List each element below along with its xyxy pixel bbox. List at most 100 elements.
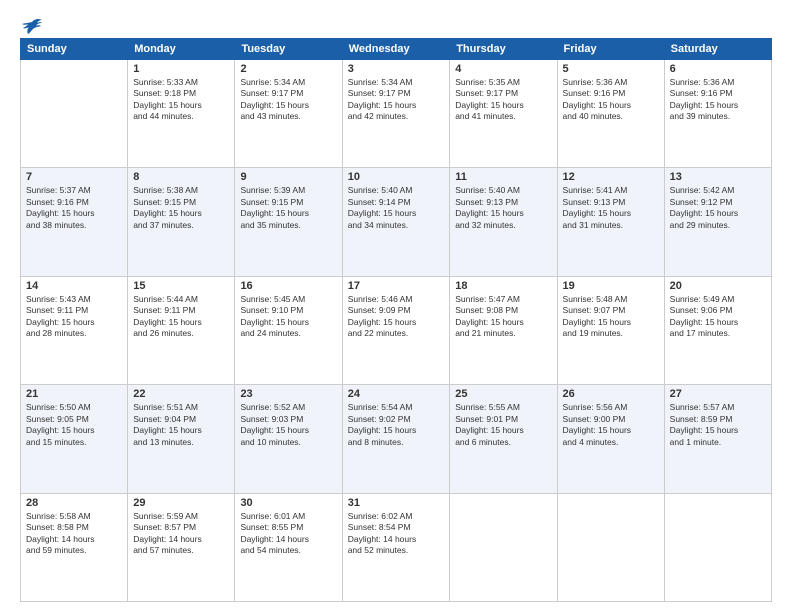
calendar-cell: 24 Sunrise: 5:54 AMSunset: 9:02 PMDayligh…	[342, 385, 450, 493]
calendar-cell: 15 Sunrise: 5:44 AMSunset: 9:11 PMDayligh…	[128, 276, 235, 384]
day-number: 8	[133, 171, 229, 183]
day-info: Sunrise: 5:54 AMSunset: 9:02 PMDaylight:…	[348, 402, 445, 448]
calendar-table: SundayMondayTuesdayWednesdayThursdayFrid…	[20, 38, 772, 602]
weekday-header-friday: Friday	[557, 39, 664, 60]
day-info: Sunrise: 5:46 AMSunset: 9:09 PMDaylight:…	[348, 294, 445, 340]
logo	[20, 18, 42, 30]
calendar-cell	[664, 493, 771, 601]
day-info: Sunrise: 5:51 AMSunset: 9:04 PMDaylight:…	[133, 402, 229, 448]
day-number: 4	[455, 63, 551, 75]
day-info: Sunrise: 5:39 AMSunset: 9:15 PMDaylight:…	[240, 185, 336, 231]
day-info: Sunrise: 5:37 AMSunset: 9:16 PMDaylight:…	[26, 185, 122, 231]
day-number: 18	[455, 280, 551, 292]
weekday-header-wednesday: Wednesday	[342, 39, 450, 60]
day-info: Sunrise: 5:56 AMSunset: 9:00 PMDaylight:…	[563, 402, 659, 448]
day-number: 30	[240, 497, 336, 509]
calendar-cell: 6 Sunrise: 5:36 AMSunset: 9:16 PMDaylight…	[664, 60, 771, 168]
logo-bird-icon	[22, 18, 42, 34]
day-info: Sunrise: 5:47 AMSunset: 9:08 PMDaylight:…	[455, 294, 551, 340]
day-number: 16	[240, 280, 336, 292]
day-number: 11	[455, 171, 551, 183]
calendar-cell: 30Sunrise: 6:01 AMSunset: 8:55 PMDayligh…	[235, 493, 342, 601]
calendar-cell: 4 Sunrise: 5:35 AMSunset: 9:17 PMDaylight…	[450, 60, 557, 168]
day-info: Sunrise: 5:55 AMSunset: 9:01 PMDaylight:…	[455, 402, 551, 448]
calendar-cell: 23Sunrise: 5:52 AMSunset: 9:03 PMDayligh…	[235, 385, 342, 493]
day-info: Sunrise: 5:36 AMSunset: 9:16 PMDaylight:…	[563, 77, 659, 123]
day-number: 24	[348, 388, 445, 400]
calendar-cell: 26 Sunrise: 5:56 AMSunset: 9:00 PMDayligh…	[557, 385, 664, 493]
day-number: 5	[563, 63, 659, 75]
calendar-cell: 17 Sunrise: 5:46 AMSunset: 9:09 PMDayligh…	[342, 276, 450, 384]
weekday-header-monday: Monday	[128, 39, 235, 60]
day-number: 26	[563, 388, 659, 400]
day-info: Sunrise: 5:34 AMSunset: 9:17 PMDaylight:…	[348, 77, 445, 123]
calendar-cell: 20Sunrise: 5:49 AMSunset: 9:06 PMDayligh…	[664, 276, 771, 384]
day-info: Sunrise: 5:40 AMSunset: 9:14 PMDaylight:…	[348, 185, 445, 231]
weekday-header-tuesday: Tuesday	[235, 39, 342, 60]
weekday-header-saturday: Saturday	[664, 39, 771, 60]
day-info: Sunrise: 5:38 AMSunset: 9:15 PMDaylight:…	[133, 185, 229, 231]
day-number: 25	[455, 388, 551, 400]
calendar-cell: 29 Sunrise: 5:59 AMSunset: 8:57 PMDayligh…	[128, 493, 235, 601]
day-number: 7	[26, 171, 122, 183]
calendar-cell: 18 Sunrise: 5:47 AMSunset: 9:08 PMDayligh…	[450, 276, 557, 384]
calendar-cell: 25 Sunrise: 5:55 AMSunset: 9:01 PMDayligh…	[450, 385, 557, 493]
day-info: Sunrise: 5:59 AMSunset: 8:57 PMDaylight:…	[133, 511, 229, 557]
calendar-cell: 27 Sunrise: 5:57 AMSunset: 8:59 PMDayligh…	[664, 385, 771, 493]
day-info: Sunrise: 5:45 AMSunset: 9:10 PMDaylight:…	[240, 294, 336, 340]
day-number: 17	[348, 280, 445, 292]
calendar-week-row: 7 Sunrise: 5:37 AMSunset: 9:16 PMDaylight…	[21, 168, 772, 276]
day-number: 22	[133, 388, 229, 400]
calendar-cell: 1 Sunrise: 5:33 AMSunset: 9:18 PMDaylight…	[128, 60, 235, 168]
day-info: Sunrise: 5:52 AMSunset: 9:03 PMDaylight:…	[240, 402, 336, 448]
calendar-cell: 3Sunrise: 5:34 AMSunset: 9:17 PMDaylight…	[342, 60, 450, 168]
day-number: 21	[26, 388, 122, 400]
calendar-cell: 7 Sunrise: 5:37 AMSunset: 9:16 PMDaylight…	[21, 168, 128, 276]
day-info: Sunrise: 5:57 AMSunset: 8:59 PMDaylight:…	[670, 402, 766, 448]
day-info: Sunrise: 5:44 AMSunset: 9:11 PMDaylight:…	[133, 294, 229, 340]
day-number: 19	[563, 280, 659, 292]
day-info: Sunrise: 5:50 AMSunset: 9:05 PMDaylight:…	[26, 402, 122, 448]
calendar-page: SundayMondayTuesdayWednesdayThursdayFrid…	[0, 0, 792, 612]
header	[20, 18, 772, 30]
day-number: 20	[670, 280, 766, 292]
day-number: 10	[348, 171, 445, 183]
calendar-cell: 9 Sunrise: 5:39 AMSunset: 9:15 PMDaylight…	[235, 168, 342, 276]
calendar-cell: 31Sunrise: 6:02 AMSunset: 8:54 PMDayligh…	[342, 493, 450, 601]
day-info: Sunrise: 5:34 AMSunset: 9:17 PMDaylight:…	[240, 77, 336, 123]
weekday-header-sunday: Sunday	[21, 39, 128, 60]
calendar-cell: 14 Sunrise: 5:43 AMSunset: 9:11 PMDayligh…	[21, 276, 128, 384]
day-info: Sunrise: 6:02 AMSunset: 8:54 PMDaylight:…	[348, 511, 445, 557]
day-info: Sunrise: 5:43 AMSunset: 9:11 PMDaylight:…	[26, 294, 122, 340]
weekday-header-thursday: Thursday	[450, 39, 557, 60]
calendar-cell: 28Sunrise: 5:58 AMSunset: 8:58 PMDayligh…	[21, 493, 128, 601]
day-number: 29	[133, 497, 229, 509]
calendar-cell: 16 Sunrise: 5:45 AMSunset: 9:10 PMDayligh…	[235, 276, 342, 384]
calendar-week-row: 21 Sunrise: 5:50 AMSunset: 9:05 PMDayligh…	[21, 385, 772, 493]
calendar-cell	[450, 493, 557, 601]
day-number: 14	[26, 280, 122, 292]
weekday-header-row: SundayMondayTuesdayWednesdayThursdayFrid…	[21, 39, 772, 60]
calendar-cell: 10 Sunrise: 5:40 AMSunset: 9:14 PMDayligh…	[342, 168, 450, 276]
calendar-cell: 8 Sunrise: 5:38 AMSunset: 9:15 PMDaylight…	[128, 168, 235, 276]
day-number: 27	[670, 388, 766, 400]
calendar-week-row: 14 Sunrise: 5:43 AMSunset: 9:11 PMDayligh…	[21, 276, 772, 384]
calendar-cell: 12 Sunrise: 5:41 AMSunset: 9:13 PMDayligh…	[557, 168, 664, 276]
calendar-cell: 5 Sunrise: 5:36 AMSunset: 9:16 PMDaylight…	[557, 60, 664, 168]
day-info: Sunrise: 5:42 AMSunset: 9:12 PMDaylight:…	[670, 185, 766, 231]
calendar-cell: 21 Sunrise: 5:50 AMSunset: 9:05 PMDayligh…	[21, 385, 128, 493]
day-info: Sunrise: 5:36 AMSunset: 9:16 PMDaylight:…	[670, 77, 766, 123]
day-number: 12	[563, 171, 659, 183]
day-number: 13	[670, 171, 766, 183]
calendar-cell: 2 Sunrise: 5:34 AMSunset: 9:17 PMDaylight…	[235, 60, 342, 168]
day-number: 1	[133, 63, 229, 75]
day-info: Sunrise: 5:33 AMSunset: 9:18 PMDaylight:…	[133, 77, 229, 123]
day-number: 6	[670, 63, 766, 75]
calendar-cell: 11Sunrise: 5:40 AMSunset: 9:13 PMDayligh…	[450, 168, 557, 276]
day-info: Sunrise: 5:35 AMSunset: 9:17 PMDaylight:…	[455, 77, 551, 123]
day-info: Sunrise: 5:41 AMSunset: 9:13 PMDaylight:…	[563, 185, 659, 231]
day-number: 2	[240, 63, 336, 75]
day-number: 9	[240, 171, 336, 183]
calendar-cell	[557, 493, 664, 601]
day-number: 15	[133, 280, 229, 292]
